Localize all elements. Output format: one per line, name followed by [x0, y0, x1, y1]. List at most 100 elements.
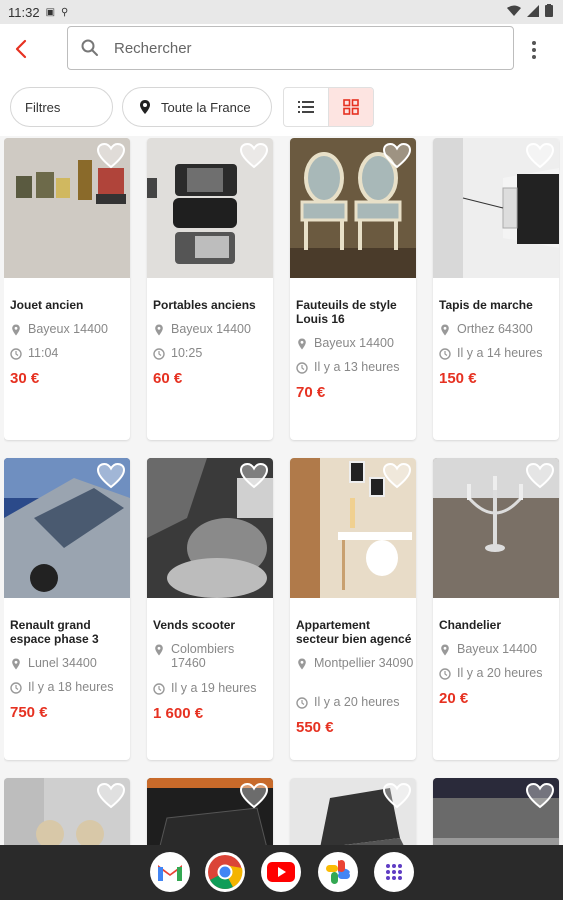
listing-title: Fauteuils de style Louis 16: [296, 298, 397, 326]
favorite-heart-icon[interactable]: [239, 142, 269, 170]
search-input[interactable]: [112, 38, 476, 58]
location-pin-icon: [155, 644, 163, 656]
app-drawer[interactable]: [374, 852, 414, 892]
favorite-heart-icon[interactable]: [382, 462, 412, 490]
listing-price: 1 600 €: [153, 705, 204, 722]
list-view-button[interactable]: [284, 88, 328, 126]
clock-icon: [10, 682, 22, 694]
signal-icon: [527, 4, 539, 17]
clock-icon: [439, 668, 451, 680]
location-pin-icon: [12, 324, 20, 336]
grid-view-button[interactable]: [328, 88, 373, 126]
listing-title: Tapis de marche: [439, 298, 533, 312]
clock-icon: [296, 697, 308, 709]
notification-icon: ▣: [45, 6, 56, 18]
back-arrow-icon[interactable]: [10, 37, 34, 61]
location-pin-icon: [155, 324, 163, 336]
listing-time-text: 11:04: [28, 346, 59, 360]
listing-location: Montpellier 34090: [296, 656, 414, 670]
list-view-icon: [298, 101, 314, 113]
listing-location-text: Montpellier 34090: [314, 656, 414, 670]
favorite-heart-icon[interactable]: [96, 142, 126, 170]
location-pin-icon: [441, 644, 449, 656]
chrome-icon: [208, 855, 243, 889]
status-bar: 11:32 ▣ ⚲: [0, 0, 563, 24]
location-pin-icon: [140, 100, 150, 114]
listing-title: Chandelier: [439, 618, 502, 632]
youtube-app[interactable]: [261, 852, 301, 892]
listing-card[interactable]: Jouet ancien Bayeux 14400 11:04 30 €: [4, 138, 130, 440]
filter-bar: Filtres Toute la France: [0, 80, 563, 136]
listing-time-text: Il y a 14 heures: [457, 346, 543, 360]
listing-price: 30 €: [10, 370, 40, 387]
listing-card[interactable]: [433, 778, 559, 845]
app-bar: [0, 24, 563, 80]
battery-icon: [545, 4, 553, 17]
listing-price: 550 €: [296, 719, 334, 736]
listing-card[interactable]: Appartement secteur bien agencé Montpell…: [290, 458, 416, 760]
listing-location-text: Bayeux 14400: [28, 322, 108, 336]
listing-card[interactable]: Vends scooter Colombiers 17460 Il y a 19…: [147, 458, 273, 760]
listing-card[interactable]: Tapis de marche Orthez 64300 Il y a 14 h…: [433, 138, 559, 440]
filters-button[interactable]: Filtres: [10, 87, 113, 127]
favorite-heart-icon[interactable]: [382, 142, 412, 170]
listing-time-text: Il y a 18 heures: [28, 680, 114, 694]
listing-title: Vends scooter: [153, 618, 236, 632]
gmail-app[interactable]: [150, 852, 190, 892]
listing-card[interactable]: Portables anciens Bayeux 14400 10:25 60 …: [147, 138, 273, 440]
favorite-heart-icon[interactable]: [525, 462, 555, 490]
favorite-heart-icon[interactable]: [239, 462, 269, 490]
listing-time: 11:04: [10, 346, 128, 360]
listing-card[interactable]: Fauteuils de style Louis 16 Bayeux 14400…: [290, 138, 416, 440]
favorite-heart-icon[interactable]: [239, 782, 269, 810]
gmail-icon: [158, 865, 182, 881]
youtube-icon: [267, 862, 295, 882]
listing-card[interactable]: [4, 778, 130, 845]
listing-time-text: Il y a 13 heures: [314, 360, 400, 374]
listing-time: 10:25: [153, 346, 271, 360]
listing-location: Lunel 34400: [10, 656, 128, 670]
listing-location-text: Orthez 64300: [457, 322, 533, 336]
listing-time-text: Il y a 19 heures: [171, 681, 257, 695]
status-time: 11:32: [8, 4, 40, 20]
favorite-heart-icon[interactable]: [96, 782, 126, 810]
listing-price: 60 €: [153, 370, 183, 387]
clock-icon: [10, 348, 22, 360]
listing-card[interactable]: [147, 778, 273, 845]
listing-card[interactable]: Chandelier Bayeux 14400 Il y a 20 heures…: [433, 458, 559, 760]
listing-time: Il y a 14 heures: [439, 346, 557, 360]
favorite-heart-icon[interactable]: [525, 782, 555, 810]
favorite-heart-icon[interactable]: [382, 782, 412, 810]
wifi-icon: [507, 5, 521, 16]
view-toggle: [283, 87, 374, 127]
more-options-icon[interactable]: [524, 38, 544, 62]
sync-icon: ⚲: [61, 6, 69, 18]
location-button[interactable]: Toute la France: [122, 87, 272, 127]
photos-app[interactable]: [318, 852, 358, 892]
listing-card[interactable]: [290, 778, 416, 845]
listing-title: Renault grand espace phase 3: [10, 618, 99, 646]
search-bar[interactable]: [67, 26, 514, 70]
listing-location: Bayeux 14400: [153, 322, 271, 336]
system-dock: [0, 845, 563, 900]
app-drawer-icon: [386, 864, 402, 880]
listing-time: Il y a 20 heures: [296, 695, 414, 709]
listing-title: Portables anciens: [153, 298, 256, 312]
location-pin-icon: [298, 658, 306, 670]
favorite-heart-icon[interactable]: [525, 142, 555, 170]
clock-icon: [439, 348, 451, 360]
listing-time-text: 10:25: [171, 346, 203, 360]
listing-location-text: Bayeux 14400: [314, 336, 394, 350]
favorite-heart-icon[interactable]: [96, 462, 126, 490]
listing-time-text: Il y a 20 heures: [457, 666, 543, 680]
listing-price: 70 €: [296, 384, 326, 401]
listing-price: 750 €: [10, 704, 48, 721]
listing-location: Bayeux 14400: [296, 336, 414, 350]
listing-time-text: Il y a 20 heures: [314, 695, 400, 709]
listing-title: Jouet ancien: [10, 298, 84, 312]
clock-icon: [153, 348, 165, 360]
listing-time: Il y a 13 heures: [296, 360, 414, 374]
chrome-app[interactable]: [205, 852, 245, 892]
listing-card[interactable]: Renault grand espace phase 3 Lunel 34400…: [4, 458, 130, 760]
listing-location-text: Colombiers 17460: [171, 642, 235, 670]
